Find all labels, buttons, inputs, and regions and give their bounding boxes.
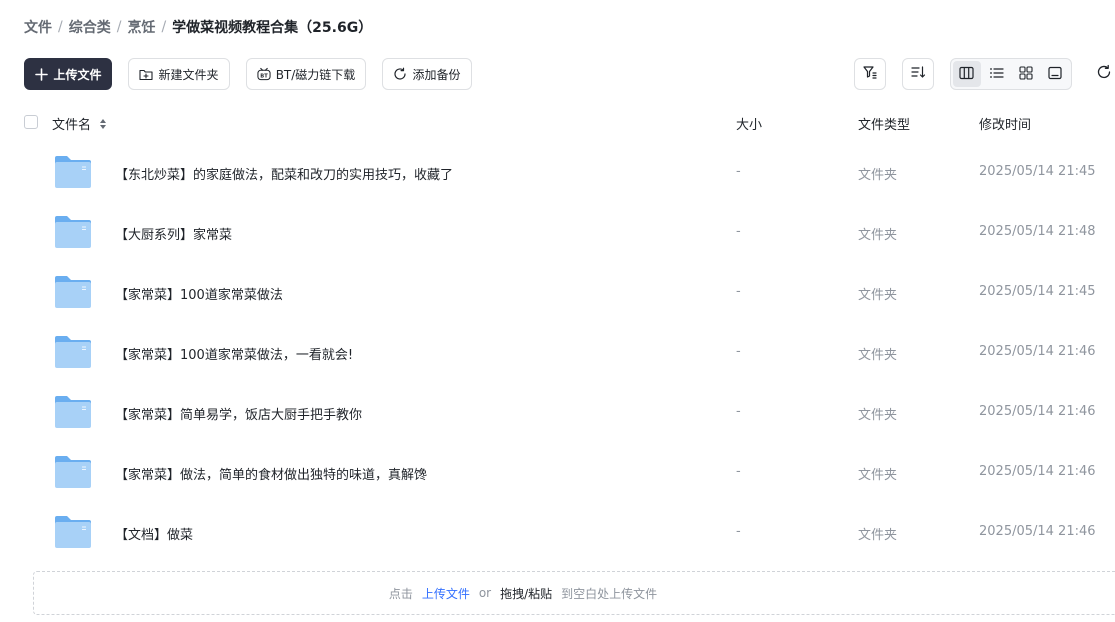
sync-icon [393, 67, 407, 81]
bt-download-button-label: BT/磁力链下载 [275, 67, 356, 82]
folder-icon [54, 515, 92, 549]
table-row[interactable]: 【文档】做菜 - 文件夹 2025/05/14 21:46 [24, 502, 1115, 562]
dropzone-action: 拖拽/粘贴 [500, 586, 553, 601]
file-type: 文件夹 [858, 288, 898, 303]
file-size: - [736, 164, 741, 179]
view-preview-button[interactable] [1042, 61, 1070, 87]
file-size: - [736, 524, 741, 539]
file-list: 【东北炒菜】的家庭做法，配菜和改刀的实用技巧，收藏了 - 文件夹 2025/05/14… [24, 142, 1115, 562]
grid-view-icon [1019, 65, 1033, 84]
breadcrumb-item-files[interactable]: 文件 [24, 17, 52, 37]
table-row[interactable]: 【家常菜】100道家常菜做法 - 文件夹 2025/05/14 21:45 [24, 262, 1115, 322]
upload-button[interactable]: 上传文件 [24, 58, 112, 90]
folder-icon [54, 215, 92, 249]
file-name[interactable]: 【文档】做菜 [115, 524, 193, 543]
file-type: 文件夹 [858, 408, 898, 423]
file-size: - [736, 464, 741, 479]
folder-icon [54, 455, 92, 489]
file-modified: 2025/05/14 21:45 [979, 164, 1096, 179]
file-modified: 2025/05/14 21:46 [979, 524, 1096, 539]
table-row[interactable]: 【家常菜】做法，简单的食材做出独特的味道，真解馋 - 文件夹 2025/05/14 2… [24, 442, 1115, 502]
filter-button[interactable] [854, 58, 886, 90]
file-name[interactable]: 【家常菜】100道家常菜做法，一看就会! [115, 344, 353, 363]
column-header-name[interactable]: 文件名 [52, 114, 107, 134]
list-view-icon [989, 65, 1004, 84]
view-mode-switch [950, 58, 1072, 90]
dropzone-prefix: 点击 [388, 586, 413, 601]
view-columns-button[interactable] [953, 61, 981, 87]
file-type: 文件夹 [858, 528, 898, 543]
breadcrumb-item-general[interactable]: 综合类 [69, 17, 111, 37]
refresh-button[interactable] [1094, 64, 1114, 84]
toolbar: 上传文件 新建文件夹 BT BT/磁力链下载 添加备份 [24, 58, 1115, 90]
column-header-name-label: 文件名 [52, 118, 92, 133]
preview-view-icon [1048, 65, 1062, 84]
folder-icon [54, 335, 92, 369]
add-backup-button-label: 添加备份 [412, 67, 461, 82]
refresh-icon [1096, 64, 1112, 84]
column-header-modified[interactable]: 修改时间 [979, 114, 1031, 133]
breadcrumb-separator: / [58, 19, 63, 35]
file-size: - [736, 404, 741, 419]
file-modified: 2025/05/14 21:48 [979, 224, 1096, 239]
breadcrumb-current: 学做菜视频教程合集（25.6G） [172, 20, 373, 36]
dropzone-upload-link[interactable]: 上传文件 [422, 585, 470, 602]
magnet-icon: BT [257, 67, 271, 81]
breadcrumb-separator: / [116, 19, 122, 35]
view-grid-button[interactable] [1012, 61, 1040, 87]
dropzone-suffix: 到空白处上传文件 [561, 586, 658, 601]
file-name[interactable]: 【家常菜】做法，简单的食材做出独特的味道，真解馋 [115, 464, 427, 483]
folder-icon [54, 395, 92, 429]
file-modified: 2025/05/14 21:46 [979, 344, 1096, 359]
dropzone-or: or [478, 586, 492, 600]
file-modified: 2025/05/14 21:45 [979, 284, 1096, 299]
file-type: 文件夹 [858, 168, 898, 183]
upload-button-label: 上传文件 [53, 67, 102, 82]
upload-dropzone[interactable]: 点击 上传文件 or 拖拽/粘贴 到空白处上传文件 [33, 571, 1115, 615]
file-name[interactable]: 【东北炒菜】的家庭做法，配菜和改刀的实用技巧，收藏了 [115, 164, 453, 183]
new-folder-button-label: 新建文件夹 [158, 67, 219, 82]
breadcrumb-separator: / [161, 19, 167, 35]
breadcrumb-item-cooking[interactable]: 烹饪 [127, 17, 155, 37]
folder-add-icon [139, 67, 154, 81]
table-row[interactable]: 【家常菜】简单易学，饭店大厨手把手教你 - 文件夹 2025/05/14 21:46 [24, 382, 1115, 442]
file-size: - [736, 224, 741, 239]
sort-toggle-icon[interactable] [99, 118, 107, 134]
breadcrumb: 文件 / 综合类 / 烹饪 / 学做菜视频教程合集（25.6G） [24, 16, 372, 38]
bt-download-button[interactable]: BT BT/磁力链下载 [246, 58, 366, 90]
filter-icon [862, 64, 878, 84]
file-modified: 2025/05/14 21:46 [979, 404, 1096, 419]
file-type: 文件夹 [858, 228, 898, 243]
svg-text:BT: BT [260, 73, 268, 79]
view-list-button[interactable] [983, 61, 1011, 87]
select-all-checkbox[interactable] [24, 115, 38, 129]
file-name[interactable]: 【家常菜】简单易学，饭店大厨手把手教你 [115, 404, 362, 423]
table-row[interactable]: 【家常菜】100道家常菜做法，一看就会! - 文件夹 2025/05/14 21:46 [24, 322, 1115, 382]
new-folder-button[interactable]: 新建文件夹 [128, 58, 230, 90]
file-name[interactable]: 【大厨系列】家常菜 [115, 224, 232, 243]
add-backup-button[interactable]: 添加备份 [382, 58, 472, 90]
sort-icon [910, 64, 926, 84]
table-row[interactable]: 【东北炒菜】的家庭做法，配菜和改刀的实用技巧，收藏了 - 文件夹 2025/05/14… [24, 142, 1115, 202]
column-header-type[interactable]: 文件类型 [858, 114, 910, 133]
file-name[interactable]: 【家常菜】100道家常菜做法 [115, 284, 283, 303]
column-header-size[interactable]: 大小 [736, 114, 762, 133]
folder-icon [54, 155, 92, 189]
table-row[interactable]: 【大厨系列】家常菜 - 文件夹 2025/05/14 21:48 [24, 202, 1115, 262]
file-modified: 2025/05/14 21:46 [979, 464, 1096, 479]
file-type: 文件夹 [858, 468, 898, 483]
file-size: - [736, 284, 741, 299]
file-type: 文件夹 [858, 348, 898, 363]
file-size: - [736, 344, 741, 359]
folder-icon [54, 275, 92, 309]
sort-button[interactable] [902, 58, 934, 90]
columns-view-icon [959, 65, 974, 84]
plus-icon [34, 67, 48, 81]
table-header: 文件名 大小 文件类型 修改时间 [24, 108, 1115, 136]
